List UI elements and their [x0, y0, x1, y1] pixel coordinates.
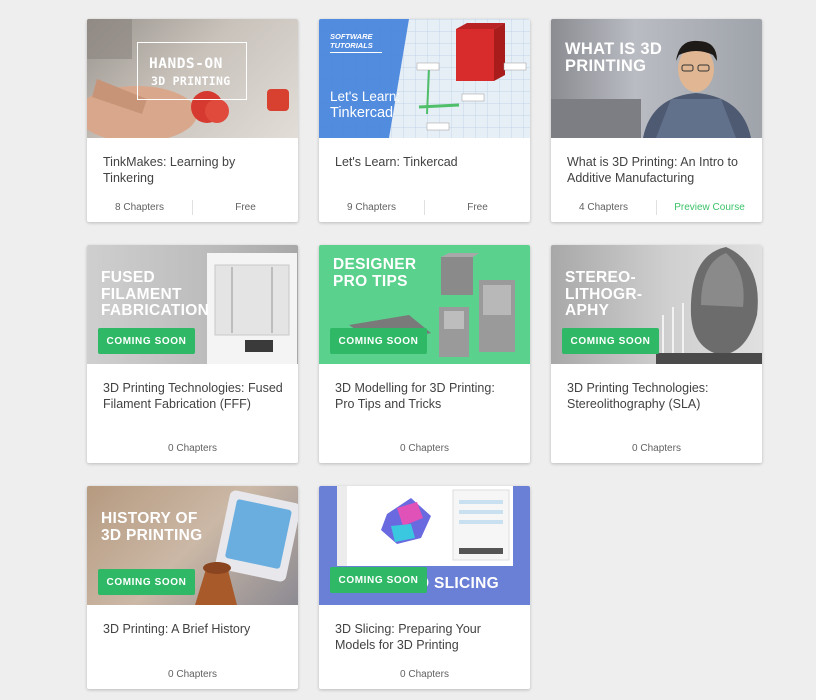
thumb-kicker: SOFTWARE TUTORIALS [330, 32, 382, 53]
course-card-tinkercad[interactable]: SOFTWARE TUTORIALS Let's Learn: Tinkerca… [319, 19, 530, 222]
thumb-title: WHAT IS 3D PRINTING [565, 40, 663, 75]
thumb-title: DESIGNER PRO TIPS [333, 256, 417, 290]
course-card-designer-pro-tips[interactable]: DESIGNER PRO TIPS COMING SOON 3D Modelli… [319, 245, 530, 463]
thumb-title: STEREO- LITHOGR- APHY [565, 269, 643, 319]
course-thumbnail: DESIGNER PRO TIPS COMING SOON [319, 245, 530, 364]
presenter-photo [551, 40, 751, 138]
preview-course-link[interactable]: Preview Course [657, 202, 762, 213]
thumb-title: FUSED FILAMENT FABRICATION [101, 269, 210, 319]
course-title[interactable]: 3D Slicing: Preparing Your Models for 3D… [335, 622, 516, 653]
course-card-history[interactable]: HISTORY OF 3D PRINTING COMING SOON 3D Pr… [87, 486, 298, 689]
course-title[interactable]: 3D Printing Technologies: Fused Filament… [103, 381, 284, 412]
coming-soon-badge: COMING SOON [98, 328, 195, 354]
thumb-title: HISTORY OF 3D PRINTING [101, 510, 203, 544]
course-meta: 0 Chapters [319, 434, 530, 463]
price-label: Free [467, 202, 488, 213]
course-meta: 0 Chapters [551, 434, 762, 463]
course-title[interactable]: What is 3D Printing: An Intro to Additiv… [567, 155, 748, 186]
course-title[interactable]: 3D Printing Technologies: Stereolithogra… [567, 381, 748, 412]
chapter-count: 0 Chapters [168, 669, 217, 680]
course-thumbnail: STEREO- LITHOGR- APHY COMING SOON [551, 245, 762, 364]
coming-soon-badge: COMING SOON [330, 567, 427, 593]
course-meta: 8 Chapters Free [87, 193, 298, 222]
course-meta: 0 Chapters [87, 434, 298, 463]
course-card-sla[interactable]: STEREO- LITHOGR- APHY COMING SOON 3D Pri… [551, 245, 762, 463]
chapter-count: 9 Chapters [347, 202, 396, 213]
course-thumbnail: HANDS-ON 3D PRINTING [87, 19, 298, 138]
chapter-count: 4 Chapters [579, 202, 628, 213]
course-title[interactable]: Let's Learn: Tinkercad [335, 155, 516, 171]
course-title[interactable]: TinkMakes: Learning by Tinkering [103, 155, 284, 186]
course-thumbnail: WHAT IS 3D PRINTING [551, 19, 762, 138]
coming-soon-badge: COMING SOON [562, 328, 659, 354]
course-title[interactable]: 3D Printing: A Brief History [103, 622, 284, 638]
thumb-title-line-2: 3D PRINTING [151, 74, 231, 88]
course-title[interactable]: 3D Modelling for 3D Printing: Pro Tips a… [335, 381, 516, 412]
coming-soon-badge: COMING SOON [330, 328, 427, 354]
course-meta: 9 Chapters Free [319, 193, 530, 222]
course-meta: 4 Chapters Preview Course [551, 193, 762, 222]
course-meta: 0 Chapters [87, 660, 298, 689]
price-label: Free [235, 202, 256, 213]
course-card-tinkmakes[interactable]: HANDS-ON 3D PRINTING TinkMakes: Learning… [87, 19, 298, 222]
coming-soon-badge: COMING SOON [98, 569, 195, 595]
course-card-3d-slicing[interactable]: 3D SLICING COMING SOON 3D Slicing: Prepa… [319, 486, 530, 689]
course-card-what-is-3d-printing[interactable]: WHAT IS 3D PRINTING What is 3D Printing:… [551, 19, 762, 222]
thumb-title-line-1: HANDS-ON [149, 56, 223, 72]
chapter-count: 0 Chapters [400, 443, 449, 454]
chapter-count: 8 Chapters [115, 202, 164, 213]
chapter-count: 0 Chapters [168, 443, 217, 454]
course-meta: 0 Chapters [319, 660, 530, 689]
course-thumbnail: FUSED FILAMENT FABRICATION COMING SOON [87, 245, 298, 364]
course-thumbnail: 3D SLICING COMING SOON [319, 486, 530, 605]
thumb-title-line-1: Let's Learn: [330, 89, 401, 104]
course-card-fff[interactable]: FUSED FILAMENT FABRICATION COMING SOON 3… [87, 245, 298, 463]
course-thumbnail: HISTORY OF 3D PRINTING COMING SOON [87, 486, 298, 605]
chapter-count: 0 Chapters [400, 669, 449, 680]
thumb-title-line-2: Tinkercad [330, 105, 394, 121]
course-thumbnail: SOFTWARE TUTORIALS Let's Learn: Tinkerca… [319, 19, 530, 138]
chapter-count: 0 Chapters [632, 443, 681, 454]
